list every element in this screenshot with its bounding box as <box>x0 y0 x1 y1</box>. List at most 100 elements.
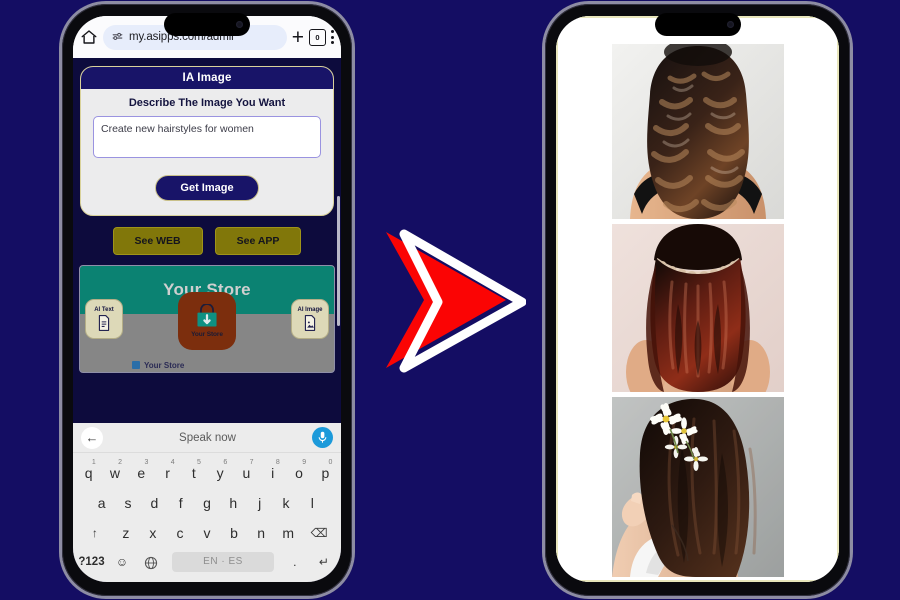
store-footer-icon <box>132 361 140 369</box>
space-key[interactable]: EN · ES <box>172 552 274 572</box>
tab-counter[interactable]: 0 <box>309 28 326 46</box>
image-file-icon <box>304 315 316 331</box>
right-phone-frame <box>545 4 850 596</box>
ai-text-card[interactable]: AI Text <box>85 299 123 339</box>
see-app-button[interactable]: See APP <box>214 227 302 255</box>
plus-icon[interactable]: + <box>292 27 304 48</box>
dynamic-island-left <box>164 13 250 36</box>
hairstyle-result-3[interactable] <box>611 397 784 577</box>
keyboard-row-4: ?123 ☺ EN · ES . ↵ <box>76 548 338 576</box>
dynamic-island-right <box>654 13 741 36</box>
key-h[interactable]: h <box>221 488 246 518</box>
key-x[interactable]: x <box>140 518 166 548</box>
key-u[interactable]: 7u <box>234 458 259 488</box>
key-n[interactable]: n <box>248 518 274 548</box>
hairstyle-result-1[interactable] <box>611 44 784 219</box>
page-scrollbar[interactable] <box>337 196 340 326</box>
right-phone-screen <box>556 16 839 582</box>
key-g[interactable]: g <box>194 488 219 518</box>
your-store-app-icon[interactable]: Your Store <box>178 292 236 350</box>
key-label: u <box>242 465 251 481</box>
emoji-icon[interactable]: ☺ <box>108 547 136 577</box>
period-key[interactable]: . <box>281 547 309 577</box>
key-k[interactable]: k <box>273 488 298 518</box>
ia-image-card: IA Image Describe The Image You Want Get… <box>80 66 334 216</box>
app-icon-label: Your Store <box>191 331 223 338</box>
hairstyle-result-2[interactable] <box>611 224 784 392</box>
ia-image-card-body: Describe The Image You Want Get Image <box>81 89 333 215</box>
key-label: p <box>321 465 330 481</box>
key-sup: 4 <box>170 459 175 466</box>
results-gallery <box>556 16 839 582</box>
key-j[interactable]: j <box>247 488 272 518</box>
key-w[interactable]: 2w <box>102 458 127 488</box>
key-i[interactable]: 8i <box>260 458 285 488</box>
key-m[interactable]: m <box>275 518 301 548</box>
key-z[interactable]: z <box>113 518 139 548</box>
key-l[interactable]: l <box>300 488 325 518</box>
keyboard-row-2: a s d f g h j k l <box>76 488 338 518</box>
ai-image-card[interactable]: AI Image <box>291 299 329 339</box>
key-label: r <box>165 465 170 481</box>
document-icon <box>98 315 110 331</box>
key-sup: 6 <box>223 459 228 466</box>
front-camera-icon <box>236 21 243 28</box>
key-sup: 8 <box>275 459 280 466</box>
key-c[interactable]: c <box>167 518 193 548</box>
numeric-key[interactable]: ?123 <box>76 547 107 577</box>
key-sup: 7 <box>249 459 254 466</box>
enter-key[interactable]: ↵ <box>310 547 338 577</box>
shift-key[interactable]: ↑ <box>78 518 112 548</box>
key-o[interactable]: 9o <box>286 458 311 488</box>
key-f[interactable]: f <box>168 488 193 518</box>
home-icon[interactable] <box>80 28 98 46</box>
key-sup: 1 <box>91 459 96 466</box>
key-sup: 3 <box>144 459 149 466</box>
key-e[interactable]: 3e <box>129 458 154 488</box>
keyboard-row-3: ↑ z x c v b n m ⌫ <box>76 518 338 548</box>
keyboard-panel: ← Speak now 1q 2w 3e 4r 5t 6y 7 u 8 i 9 … <box>73 423 341 582</box>
key-label: e <box>137 465 146 481</box>
key-label: y <box>216 465 224 481</box>
back-arrow-icon[interactable]: ← <box>81 426 103 449</box>
key-label: q <box>84 465 93 481</box>
microphone-icon[interactable] <box>312 427 333 448</box>
ai-image-label: AI Image <box>297 307 323 313</box>
store-footer-item[interactable]: Your Store <box>80 358 334 372</box>
key-d[interactable]: d <box>142 488 167 518</box>
key-b[interactable]: b <box>221 518 247 548</box>
your-store-panel[interactable]: Your Store AI Text AI Image Your Store Y… <box>79 265 335 373</box>
ia-image-card-title: IA Image <box>81 67 333 89</box>
see-web-button[interactable]: See WEB <box>112 227 203 255</box>
key-sup: 9 <box>302 459 307 466</box>
keyboard-rows: 1q 2w 3e 4r 5t 6y 7u 8i 9o 0p a s d f g <box>73 453 341 582</box>
key-label: i <box>271 465 275 481</box>
backspace-key[interactable]: ⌫ <box>302 518 336 548</box>
key-sup: 0 <box>328 459 333 466</box>
key-p[interactable]: 0p <box>313 458 338 488</box>
store-footer-label: Your Store <box>144 360 185 370</box>
globe-icon[interactable] <box>137 547 165 577</box>
result-image-1 <box>611 44 784 219</box>
key-a[interactable]: a <box>89 488 114 518</box>
key-t[interactable]: 5t <box>181 458 206 488</box>
see-buttons-row: See WEB See APP <box>73 227 341 255</box>
three-dots-icon[interactable] <box>331 30 334 44</box>
left-phone-frame: my.asipps.com/admir + 0 IA Image Describ… <box>62 4 352 596</box>
transition-arrow <box>374 222 527 378</box>
prompt-input[interactable] <box>93 116 321 158</box>
key-label: o <box>295 465 303 481</box>
get-image-button[interactable]: Get Image <box>155 175 259 201</box>
page-settings-icon <box>112 32 123 40</box>
prompt-label: Describe The Image You Want <box>128 97 286 109</box>
key-y[interactable]: 6y <box>208 458 233 488</box>
key-s[interactable]: s <box>115 488 140 518</box>
key-label: w <box>109 465 121 481</box>
key-v[interactable]: v <box>194 518 220 548</box>
voice-input-bar: ← Speak now <box>73 423 341 453</box>
key-sup: 2 <box>118 459 123 466</box>
speak-now-status: Speak now <box>179 431 236 444</box>
key-r[interactable]: 4r <box>155 458 180 488</box>
key-q[interactable]: 1q <box>76 458 101 488</box>
front-camera-icon <box>726 21 734 28</box>
